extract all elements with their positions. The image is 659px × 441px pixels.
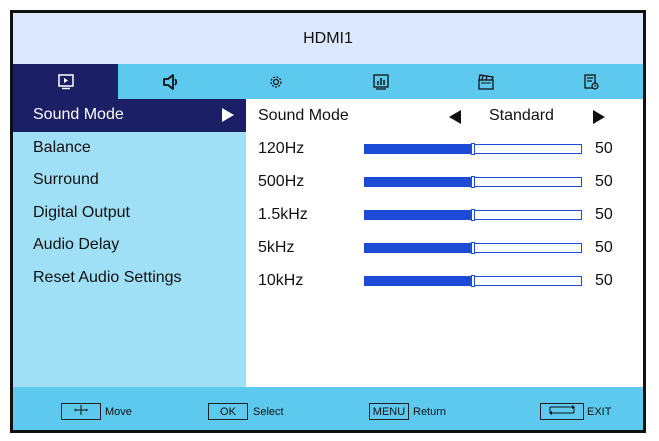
- eq-value: 50: [595, 272, 613, 289]
- picture-icon: [57, 73, 74, 90]
- sidebar-menu: Sound Mode Balance Surround Digital Outp…: [13, 99, 246, 387]
- eq-row-500hz[interactable]: 500Hz 50: [246, 169, 643, 195]
- sidebar-item-label: Sound Mode: [33, 106, 124, 124]
- eq-label: 1.5kHz: [258, 206, 308, 223]
- tab-features[interactable]: [328, 64, 433, 99]
- source-title: HDMI1: [303, 29, 353, 47]
- eq-value: 50: [595, 239, 613, 256]
- tab-picture[interactable]: [13, 64, 118, 99]
- eq-value: 50: [595, 140, 613, 157]
- arrow-right-icon: [222, 108, 234, 127]
- eq-label: 500Hz: [258, 173, 305, 190]
- tab-setup[interactable]: [223, 64, 328, 99]
- tab-bar: [13, 64, 643, 99]
- sidebar-item-label: Reset Audio Settings: [33, 268, 182, 286]
- tab-timer[interactable]: [538, 64, 643, 99]
- ok-key-label: OK: [220, 405, 236, 418]
- eq-label: 120Hz: [258, 140, 305, 157]
- sidebar-item-balance[interactable]: Balance: [13, 132, 246, 165]
- sidebar-item-audio-delay[interactable]: Audio Delay: [13, 229, 246, 262]
- eq-row-10khz[interactable]: 10kHz 50: [246, 268, 643, 294]
- dpad-icon: [72, 404, 90, 419]
- sound-mode-row[interactable]: Sound Mode Standard: [246, 103, 643, 129]
- eq-row-5khz[interactable]: 5kHz 50: [246, 235, 643, 261]
- timer-document-icon: [583, 73, 599, 90]
- sound-mode-label: Sound Mode: [258, 107, 349, 124]
- slider-knob[interactable]: [471, 242, 475, 254]
- title-bar: HDMI1: [13, 13, 643, 64]
- slider-fill: [365, 244, 473, 252]
- exit-label: EXIT: [587, 406, 612, 418]
- slider-fill: [365, 178, 473, 186]
- return-label: Return: [413, 406, 447, 418]
- sidebar-item-label: Surround: [33, 171, 99, 189]
- tab-media[interactable]: [433, 64, 538, 99]
- eq-label: 10kHz: [258, 272, 304, 289]
- eq-slider[interactable]: [364, 242, 582, 254]
- sidebar-item-label: Audio Delay: [33, 236, 120, 254]
- gear-icon: [268, 74, 284, 90]
- sidebar-item-sound-mode[interactable]: Sound Mode: [13, 99, 246, 132]
- menu-key-label: MENU: [372, 405, 406, 418]
- eq-slider[interactable]: [364, 143, 582, 155]
- exit-icon: [547, 404, 577, 419]
- move-key: [61, 403, 101, 420]
- eq-slider[interactable]: [364, 275, 582, 287]
- clapperboard-icon: [477, 73, 494, 90]
- eq-label: 5kHz: [258, 239, 295, 256]
- sidebar-item-digital-output[interactable]: Digital Output: [13, 197, 246, 230]
- tab-sound[interactable]: [118, 64, 223, 99]
- sidebar-item-surround[interactable]: Surround: [13, 164, 246, 197]
- select-label: Select: [253, 406, 284, 418]
- eq-row-120hz[interactable]: 120Hz 50: [246, 136, 643, 162]
- eq-value: 50: [595, 173, 613, 190]
- eq-value: 50: [595, 206, 613, 223]
- slider-knob[interactable]: [471, 143, 475, 155]
- settings-panel: Sound Mode Standard 120Hz 50 500Hz 50 1.…: [246, 99, 643, 387]
- exit-key: [540, 403, 584, 420]
- slider-fill: [365, 145, 473, 153]
- eq-row-1-5khz[interactable]: 1.5kHz 50: [246, 202, 643, 228]
- sidebar-item-label: Balance: [33, 138, 91, 156]
- arrow-right-icon[interactable]: [593, 110, 605, 129]
- chart-icon: [372, 73, 389, 90]
- sidebar-item-label: Digital Output: [33, 203, 130, 221]
- speaker-icon: [162, 73, 180, 90]
- key-hint-bar: Move OK Select MENU Return EXIT: [13, 387, 643, 430]
- eq-slider[interactable]: [364, 209, 582, 221]
- slider-knob[interactable]: [471, 176, 475, 188]
- menu-key: MENU: [369, 403, 409, 420]
- slider-knob[interactable]: [471, 209, 475, 221]
- osd-menu: HDMI1 Sound Mode Balance Surround Digita…: [10, 10, 646, 433]
- sound-mode-value: Standard: [489, 107, 554, 124]
- eq-slider[interactable]: [364, 176, 582, 188]
- slider-fill: [365, 211, 473, 219]
- arrow-left-icon[interactable]: [449, 110, 461, 129]
- slider-knob[interactable]: [471, 275, 475, 287]
- ok-key: OK: [208, 403, 248, 420]
- sidebar-item-reset-audio[interactable]: Reset Audio Settings: [13, 262, 246, 295]
- slider-fill: [365, 277, 473, 285]
- move-label: Move: [105, 406, 132, 418]
